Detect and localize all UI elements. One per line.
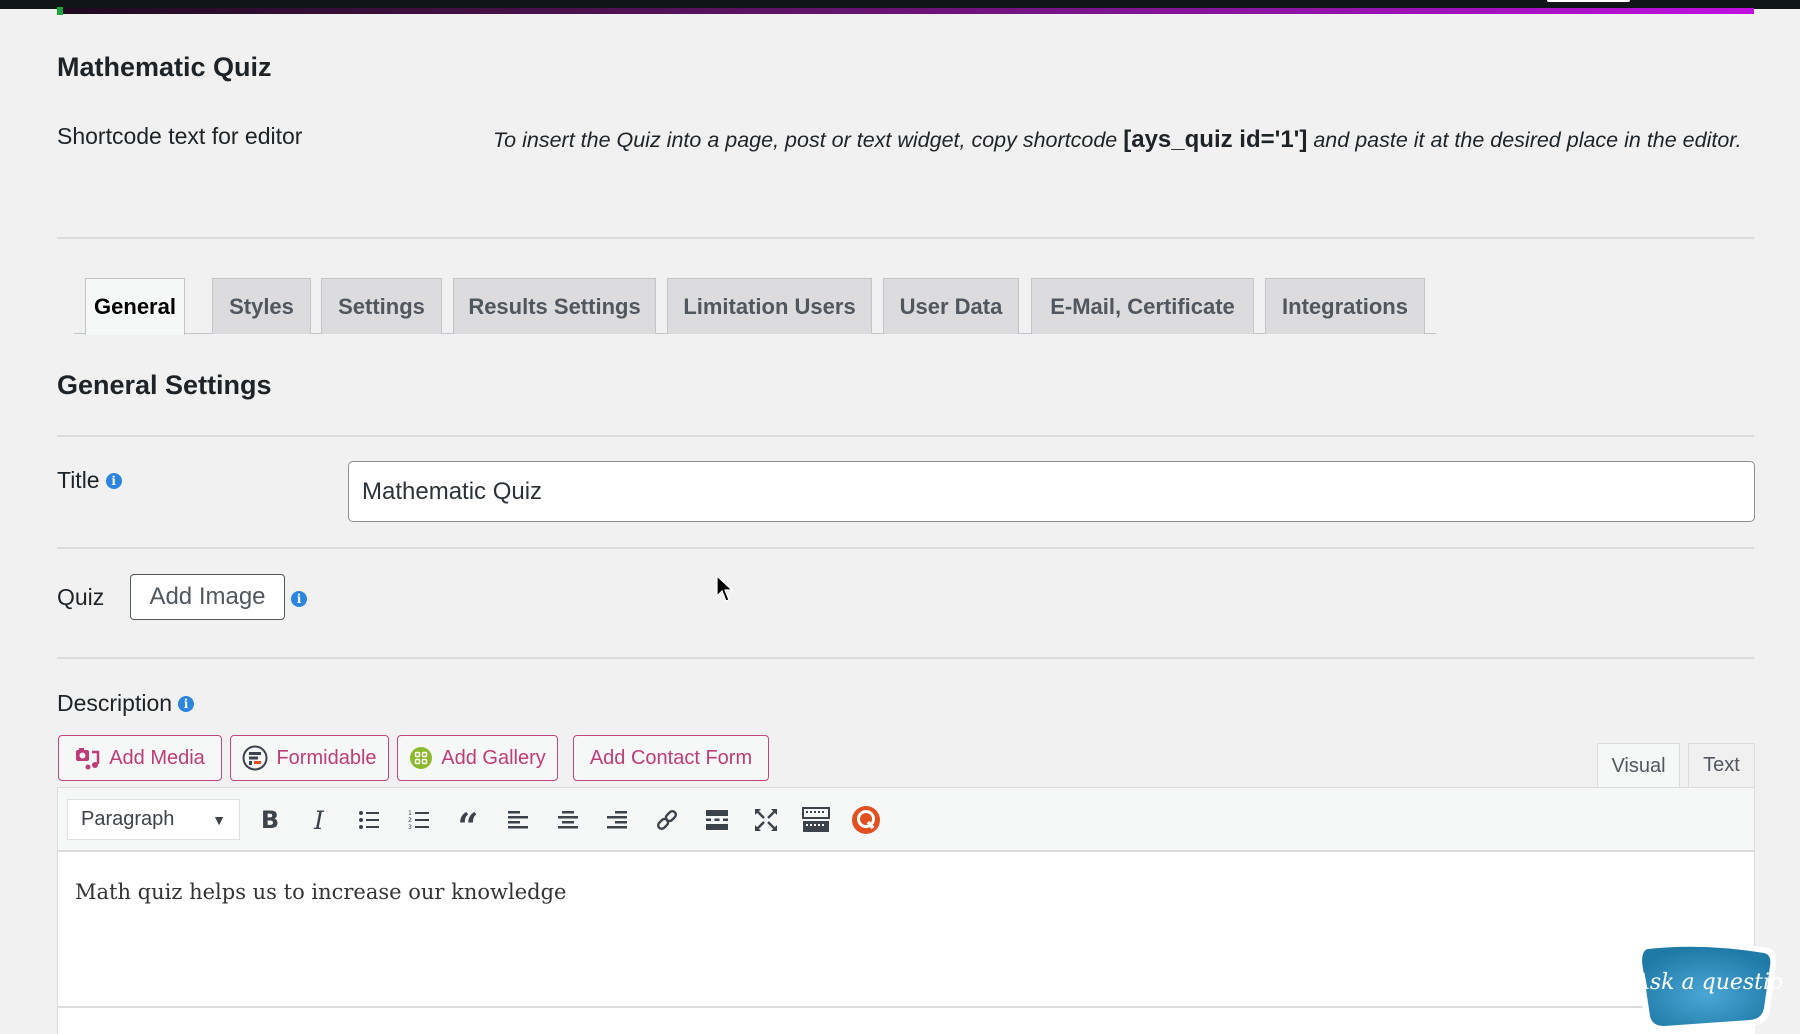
info-icon[interactable]: i (291, 591, 307, 607)
bullet-list-button[interactable] (351, 802, 387, 838)
progress-bar (57, 8, 1754, 14)
shortcode-label: Shortcode text for editor (57, 123, 303, 149)
gallery-icon (409, 746, 433, 770)
svg-text:2: 2 (408, 817, 412, 824)
add-media-button[interactable]: Add Media (58, 735, 222, 781)
title-label-text: Title (57, 467, 100, 493)
format-select[interactable]: Paragraph ▼ (67, 799, 240, 840)
align-center-button[interactable] (550, 802, 586, 838)
align-right-icon (607, 811, 627, 829)
bullet-list-icon (359, 811, 379, 829)
numbered-list-button[interactable]: 123 (401, 802, 437, 838)
link-icon (656, 809, 678, 831)
shortcode-code[interactable]: [ays_quiz id='1'] (1123, 126, 1307, 153)
add-gallery-button[interactable]: Add Gallery (397, 735, 558, 781)
numbered-list-icon: 123 (408, 810, 429, 831)
title-label: Title i (57, 467, 122, 494)
fullscreen-button[interactable] (748, 802, 784, 838)
add-contact-form-label: Add Contact Form (589, 746, 753, 769)
italic-icon: I (314, 805, 324, 835)
italic-button[interactable]: I (301, 802, 337, 838)
format-select-value: Paragraph (81, 808, 175, 830)
shortcode-instructions: To insert the Quiz into a page, post or … (493, 123, 1755, 157)
title-input[interactable] (348, 461, 1755, 522)
divider (57, 547, 1754, 549)
description-label: Description i (57, 690, 195, 717)
align-left-icon (508, 811, 528, 829)
editor-tab-visual[interactable]: Visual (1597, 743, 1680, 788)
quiz-plugin-icon (852, 806, 880, 834)
bold-button[interactable]: B (252, 802, 288, 838)
tab-settings[interactable]: Settings (321, 278, 442, 334)
editor-tab-text[interactable]: Text (1688, 743, 1755, 787)
description-label-text: Description (57, 690, 173, 716)
editor-toolbar: Paragraph ▼ B I 123 “ (57, 787, 1755, 852)
ask-question-label: Ask a question (1634, 970, 1782, 995)
quiz-image-label: Quiz (57, 584, 104, 611)
add-gallery-label: Add Gallery (441, 746, 546, 769)
bold-icon: B (260, 806, 280, 834)
svg-text:3: 3 (408, 824, 412, 831)
align-center-icon (558, 811, 578, 829)
add-media-label: Add Media (109, 746, 205, 769)
chevron-down-icon: ▼ (212, 811, 226, 828)
toolbar-toggle-icon (802, 807, 830, 832)
section-title: General Settings (57, 370, 272, 400)
tab-limitation-users[interactable]: Limitation Users (667, 278, 872, 334)
editor-text[interactable]: Math quiz helps us to increase our knowl… (75, 880, 566, 904)
tab-styles[interactable]: Styles (212, 278, 311, 334)
align-right-button[interactable] (599, 802, 635, 838)
divider (57, 657, 1754, 659)
add-contact-form-button[interactable]: Add Contact Form (573, 735, 769, 781)
fullscreen-icon (755, 809, 777, 831)
toolbar-toggle-button[interactable] (798, 802, 834, 838)
editor-content[interactable]: Math quiz helps us to increase our knowl… (57, 852, 1755, 1008)
tab-general[interactable]: General (85, 278, 185, 335)
svg-text:1: 1 (408, 810, 412, 817)
divider (57, 435, 1754, 437)
shortcode-text-before: To insert the Quiz into a page, post or … (493, 128, 1124, 152)
formidable-label: Formidable (276, 746, 377, 769)
quiz-tabs: General Styles Settings Results Settings… (74, 278, 1436, 335)
formidable-icon (242, 745, 268, 771)
add-media-icon (75, 746, 101, 770)
tab-results-settings[interactable]: Results Settings (453, 278, 656, 334)
editor-footer (57, 1008, 1755, 1034)
read-more-icon (706, 810, 728, 830)
add-image-button[interactable]: Add Image (130, 574, 285, 620)
page-title: Mathematic Quiz (57, 52, 272, 82)
blockquote-button[interactable]: “ (450, 802, 486, 845)
formidable-button[interactable]: Formidable (230, 735, 389, 781)
read-more-button[interactable] (699, 802, 735, 838)
align-left-button[interactable] (500, 802, 536, 838)
progress-bar-start (57, 7, 63, 15)
info-icon[interactable]: i (105, 472, 122, 489)
link-button[interactable] (649, 802, 685, 838)
quiz-plugin-button[interactable] (848, 802, 884, 838)
mouse-cursor-icon (716, 575, 734, 602)
divider (57, 237, 1754, 239)
quiz-label-text: Quiz (57, 584, 105, 610)
tab-email-certificate[interactable]: E-Mail, Certificate (1031, 278, 1254, 334)
blockquote-icon: “ (457, 806, 479, 848)
info-icon[interactable]: i (178, 695, 195, 712)
tab-user-data[interactable]: User Data (883, 278, 1019, 334)
tab-integrations[interactable]: Integrations (1265, 278, 1425, 334)
shortcode-text-after: and paste it at the desired place in the… (1307, 128, 1742, 152)
topbar-button[interactable] (1547, 0, 1630, 2)
ask-question-widget[interactable]: Ask a question (1632, 940, 1782, 1034)
